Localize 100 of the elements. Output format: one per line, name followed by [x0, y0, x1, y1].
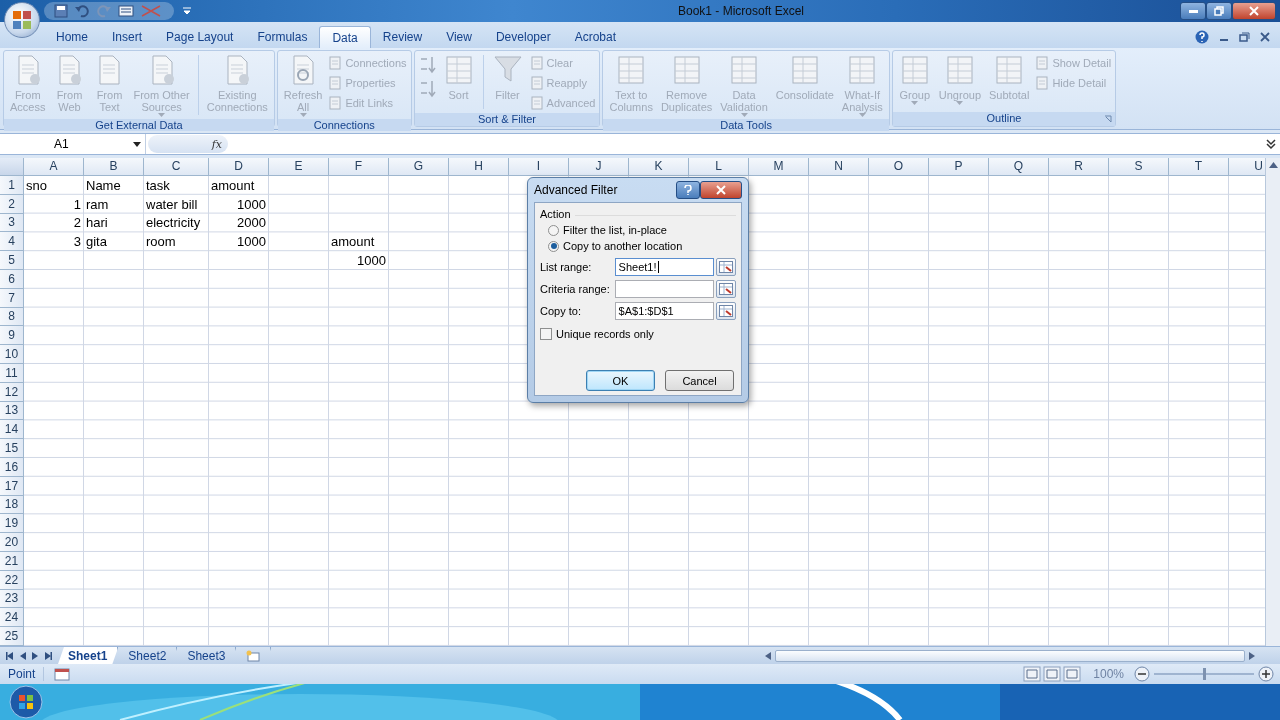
insert-function-button[interactable]: fx — [148, 135, 228, 153]
close-icon[interactable] — [1260, 32, 1270, 42]
close-button[interactable] — [700, 181, 742, 199]
ribbon-tab[interactable]: Review — [370, 26, 435, 48]
group-label: Data Tools — [603, 119, 889, 131]
restore-button[interactable] — [1206, 2, 1232, 20]
sheet-tab[interactable]: Sheet1 — [58, 647, 119, 664]
restore-icon — [1214, 6, 1224, 16]
customize-icon[interactable] — [182, 7, 192, 15]
table-cell: amount — [211, 177, 255, 193]
column-header[interactable]: E — [269, 158, 329, 176]
column-header[interactable]: J — [569, 158, 629, 176]
checkbox-option[interactable]: Unique records only — [540, 328, 736, 340]
column-header[interactable]: U — [1229, 158, 1265, 176]
column-header[interactable]: Q — [989, 158, 1049, 176]
row-header[interactable]: 25 — [0, 627, 24, 646]
ribbon-tab[interactable]: Formulas — [245, 26, 320, 48]
row-header[interactable]: 10 — [0, 345, 24, 364]
save-icon[interactable] — [54, 4, 68, 18]
column-header[interactable]: F — [329, 158, 389, 176]
range-picker-button[interactable] — [716, 302, 736, 320]
sheet-nav-icon[interactable] — [45, 651, 52, 660]
column-header[interactable]: B — [84, 158, 144, 176]
minimize-icon — [1188, 9, 1198, 13]
document-icon — [328, 56, 343, 70]
row-header[interactable]: 15 — [0, 439, 24, 458]
table-cell: electricity — [146, 215, 201, 231]
row-header[interactable]: 1 — [0, 176, 24, 195]
column-header[interactable]: S — [1109, 158, 1169, 176]
row-header[interactable]: 14 — [0, 420, 24, 440]
input-field[interactable]: $A$1:$D$1 — [614, 302, 715, 320]
help-icon[interactable] — [1195, 30, 1209, 44]
radio-button[interactable] — [548, 240, 559, 252]
close-button[interactable] — [1232, 2, 1276, 20]
slider-thumb[interactable] — [1203, 668, 1206, 680]
record-macro-icon[interactable] — [54, 667, 71, 681]
range-select-icon — [719, 305, 734, 317]
column-header[interactable]: D — [209, 158, 269, 176]
range-picker-button[interactable] — [716, 280, 736, 298]
ribbon-tab[interactable]: Acrobat — [562, 26, 628, 48]
help-button[interactable] — [676, 181, 700, 199]
radio-option[interactable]: Filter the list, in-place — [548, 224, 736, 236]
expand-icon[interactable] — [1265, 138, 1277, 150]
table-cell: 1000 — [357, 253, 386, 269]
undo-icon[interactable] — [74, 4, 90, 18]
column-header[interactable]: N — [809, 158, 869, 176]
column-header[interactable]: P — [929, 158, 989, 176]
vertical-scrollbar[interactable] — [1265, 158, 1280, 646]
document-icon — [328, 76, 343, 90]
start-button[interactable] — [9, 685, 43, 719]
zoom-in-icon[interactable] — [1258, 666, 1274, 682]
table-cell: 1000 — [237, 196, 266, 212]
minimize-button[interactable] — [1180, 2, 1206, 20]
column-header[interactable]: M — [749, 158, 809, 176]
name-box[interactable]: A1 — [0, 134, 146, 154]
ribbon-tab[interactable]: Data — [319, 26, 371, 48]
column-header[interactable]: R — [1049, 158, 1109, 176]
ribbon-tab[interactable]: View — [434, 26, 484, 48]
field-label: Criteria range: — [540, 283, 611, 295]
row-header[interactable]: 5 — [0, 251, 24, 270]
range-picker-button[interactable] — [716, 258, 736, 276]
column-header[interactable]: T — [1169, 158, 1229, 176]
form-icon[interactable] — [118, 4, 134, 18]
column-header[interactable]: C — [144, 158, 209, 176]
column-header[interactable]: G — [389, 158, 449, 176]
input-field[interactable]: Sheet1! — [614, 258, 715, 276]
dialog-button[interactable]: Cancel — [665, 370, 734, 391]
document-icon — [529, 56, 544, 70]
row-header[interactable]: 4 — [0, 232, 24, 252]
radio-button[interactable] — [548, 224, 559, 236]
horizontal-scrollbar[interactable] — [765, 647, 1255, 664]
close-icon — [1249, 6, 1259, 16]
row-header[interactable]: 20 — [0, 533, 24, 552]
dialog-launcher-icon[interactable] — [1104, 115, 1113, 123]
column-header[interactable]: O — [869, 158, 929, 176]
checkbox[interactable] — [540, 328, 552, 340]
column-header[interactable]: H — [449, 158, 509, 176]
column-header[interactable]: I — [509, 158, 569, 176]
ribbon-tab[interactable]: Page Layout — [154, 26, 246, 48]
ribbon-tab[interactable]: Home — [44, 26, 100, 48]
ribbon-tab[interactable]: Insert — [100, 26, 155, 48]
document-icon — [328, 96, 343, 110]
restore-icon[interactable] — [1239, 32, 1250, 42]
column-header[interactable]: K — [629, 158, 689, 176]
status-mode: Point — [0, 667, 45, 681]
row-header[interactable]: 24 — [0, 608, 24, 628]
dialog-button[interactable]: OK — [586, 370, 655, 391]
table-cell: room — [146, 234, 176, 250]
radio-option[interactable]: Copy to another location — [548, 240, 736, 252]
input-field[interactable] — [614, 280, 715, 298]
row-header[interactable]: 9 — [0, 326, 24, 346]
column-header[interactable]: A — [24, 158, 84, 176]
close-icon — [716, 185, 726, 195]
ribbon-tab[interactable]: Developer — [483, 26, 563, 48]
document-icon — [529, 76, 544, 90]
column-header[interactable]: L — [689, 158, 749, 176]
zoom-out-icon[interactable] — [1134, 666, 1150, 682]
table-cell: 1000 — [237, 234, 266, 250]
row-header[interactable]: 19 — [0, 514, 24, 534]
sheet-nav-icon[interactable] — [6, 651, 13, 660]
